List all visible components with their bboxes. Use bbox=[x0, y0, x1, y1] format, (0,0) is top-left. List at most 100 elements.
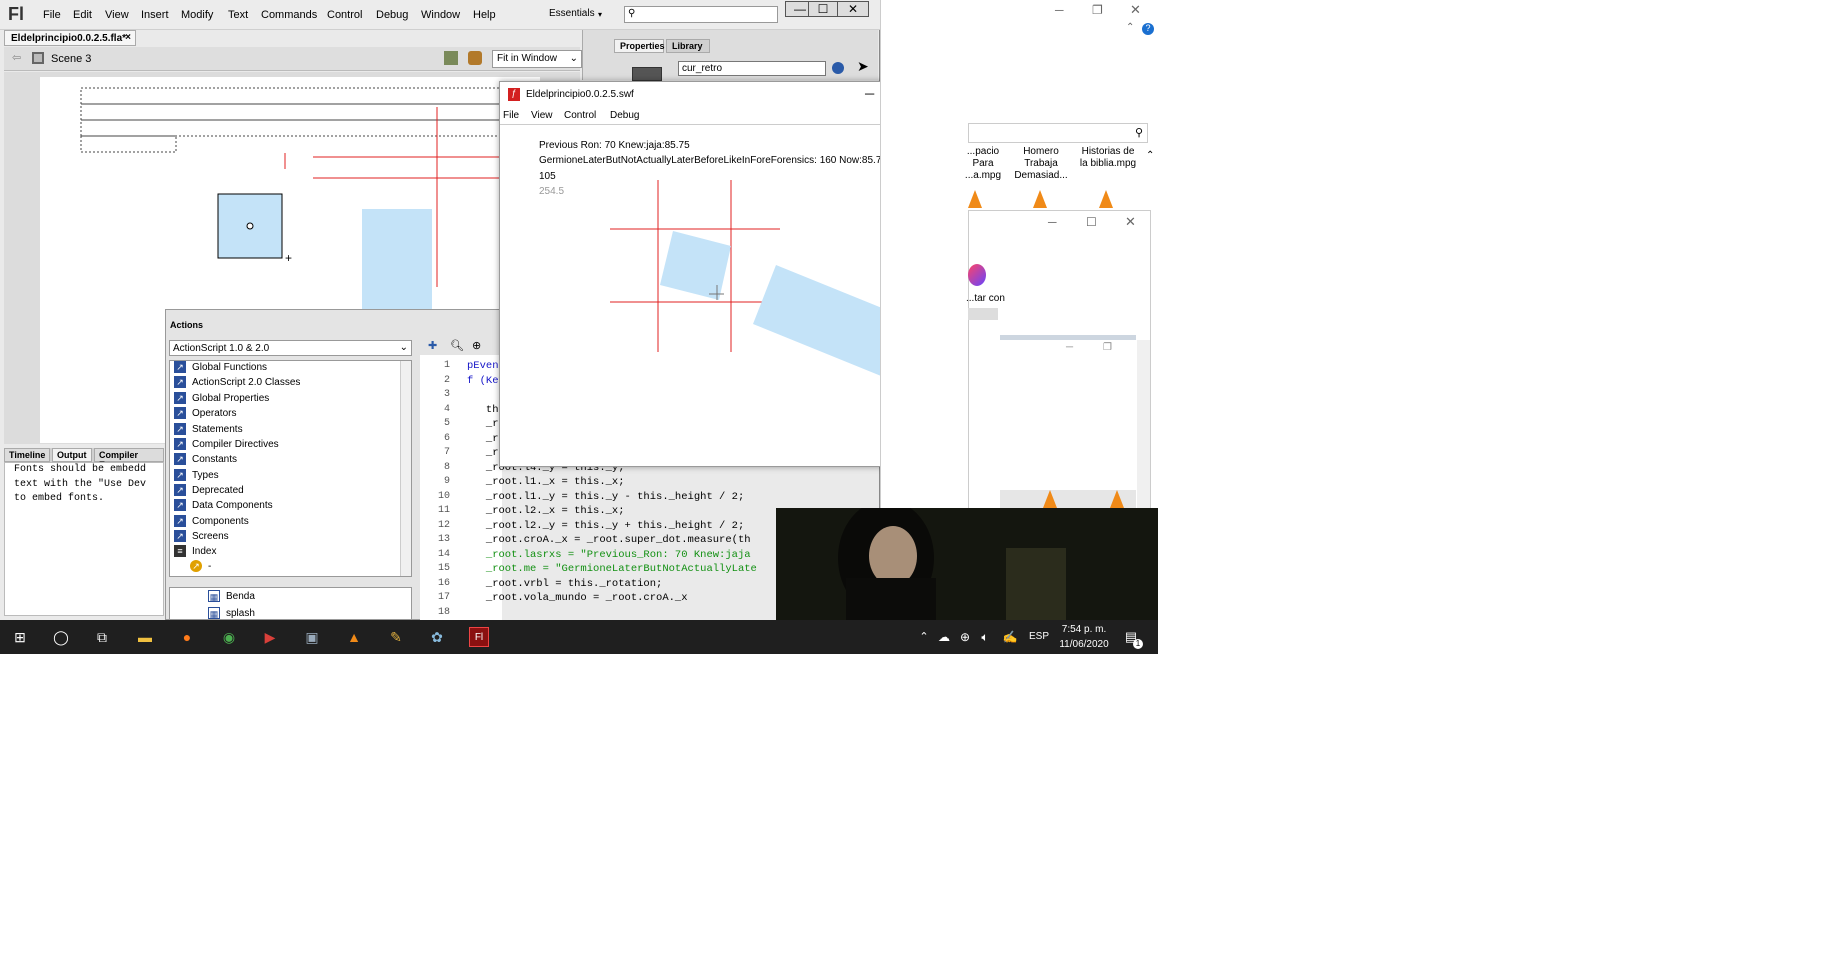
explorer-search-input[interactable]: ⚲ bbox=[968, 123, 1148, 143]
pencil-app-icon[interactable]: ✎ bbox=[386, 627, 406, 647]
find-icon[interactable]: 🔍︎ bbox=[450, 339, 464, 352]
menu-text[interactable]: Text bbox=[228, 9, 248, 21]
language-indicator[interactable]: ESP bbox=[1029, 631, 1049, 642]
menu-debug[interactable]: Debug bbox=[376, 9, 408, 21]
help-icon[interactable]: ? bbox=[1142, 23, 1154, 35]
video-player[interactable] bbox=[776, 500, 1158, 620]
windows-start-icon[interactable]: ⊞ bbox=[10, 627, 30, 647]
chevron-up-icon[interactable]: ⌃ bbox=[1126, 22, 1134, 33]
menu-modify[interactable]: Modify bbox=[181, 9, 213, 21]
photos-icon[interactable]: ▣ bbox=[302, 627, 322, 647]
restore-icon[interactable]: ❐ bbox=[1092, 3, 1103, 17]
globe-icon[interactable]: ⊕ bbox=[955, 627, 975, 647]
maximize-icon[interactable]: ☐ bbox=[1086, 215, 1097, 229]
close-icon[interactable]: ✕ bbox=[1130, 2, 1141, 18]
swf-menu-debug[interactable]: Debug bbox=[610, 110, 639, 121]
code-line[interactable]: _root.vola_mundo = _root.croA._x bbox=[467, 592, 688, 604]
chrome-icon[interactable]: ◉ bbox=[219, 627, 239, 647]
code-line[interactable]: _root.l1._y = this._y - this._height / 2… bbox=[467, 491, 744, 503]
menu-window[interactable]: Window bbox=[421, 9, 460, 21]
toolbox-item[interactable]: ↗ Operators bbox=[174, 406, 236, 421]
back-arrow-icon[interactable]: ⇦ bbox=[12, 51, 21, 64]
firefox-icon[interactable]: ● bbox=[177, 627, 197, 647]
edit-symbols-icon[interactable] bbox=[468, 51, 482, 65]
zoom-select[interactable]: Fit in Window ⌄ bbox=[492, 50, 582, 68]
code-line[interactable]: _root.l1._x = this._x; bbox=[467, 476, 625, 488]
code-line[interactable]: _r bbox=[467, 433, 499, 445]
clock-date[interactable]: 11/06/2020 bbox=[1057, 639, 1111, 650]
task-view-icon[interactable]: ⧉ bbox=[92, 627, 112, 647]
navigator-item[interactable]: ▦ splash bbox=[208, 606, 255, 621]
selection-tool-icon[interactable]: ➤ bbox=[857, 58, 869, 75]
chevron-up-icon[interactable]: ⌃ bbox=[914, 627, 934, 647]
tab-properties[interactable]: Properties bbox=[614, 39, 665, 53]
toolbox-item[interactable]: ↗ Screens bbox=[174, 529, 229, 544]
code-line[interactable]: _root.l2._x = this._x; bbox=[467, 505, 625, 517]
code-line[interactable]: _r bbox=[467, 447, 499, 459]
menu-view[interactable]: View bbox=[105, 9, 129, 21]
network-error-icon[interactable]: ☁ bbox=[934, 627, 954, 647]
menu-commands[interactable]: Commands bbox=[261, 9, 317, 21]
minimize-icon[interactable]: ─ bbox=[1048, 215, 1057, 229]
toolbox-item[interactable]: ≡ Index bbox=[174, 544, 216, 559]
toolbox-item[interactable]: ↗ - bbox=[190, 559, 211, 574]
clock-time[interactable]: 7:54 p. m. bbox=[1060, 624, 1108, 635]
navigator-item[interactable]: ▦ Benda bbox=[208, 589, 255, 604]
cortana-search-icon[interactable]: ◯ bbox=[51, 627, 71, 647]
tab-timeline[interactable]: Timeline bbox=[4, 448, 51, 462]
close-button[interactable]: ✕ bbox=[837, 1, 869, 17]
swf-menu-control[interactable]: Control bbox=[564, 110, 596, 121]
toolbox-item[interactable]: ↗ Global Functions bbox=[174, 360, 267, 375]
toolbox-item[interactable]: ↗ ActionScript 2.0 Classes bbox=[174, 375, 300, 390]
actionscript-version-select[interactable]: ActionScript 1.0 & 2.0 ⌄ bbox=[169, 340, 412, 356]
file-item-label[interactable]: Homero Trabaja Demasiad... bbox=[1010, 146, 1072, 182]
scrollbar[interactable] bbox=[1137, 340, 1150, 510]
flash-taskbar-icon[interactable]: Fl bbox=[469, 627, 489, 647]
code-line[interactable]: _root.vrbl = this._rotation; bbox=[467, 578, 662, 590]
paint-icon[interactable]: ✿ bbox=[427, 627, 447, 647]
tab-compiler-errors[interactable]: Compiler Errors bbox=[94, 448, 164, 470]
toolbox-item[interactable]: ↗ Constants bbox=[174, 452, 237, 467]
minimize-icon[interactable]: ─ bbox=[865, 86, 874, 101]
menu-control[interactable]: Control bbox=[327, 9, 362, 21]
media-player-icon[interactable]: ▶ bbox=[260, 627, 280, 647]
toolbox-item[interactable]: ↗ Compiler Directives bbox=[174, 437, 279, 452]
workspace-switcher[interactable]: Essentials bbox=[549, 8, 595, 19]
toolbox-item[interactable]: ↗ Types bbox=[174, 468, 219, 483]
toolbox-scrollbar[interactable] bbox=[400, 361, 411, 576]
vlc-icon[interactable]: ▲ bbox=[344, 627, 364, 647]
swf-menu-view[interactable]: View bbox=[531, 110, 553, 121]
tab-output[interactable]: Output bbox=[52, 448, 92, 462]
help-search-input[interactable]: ⚲ bbox=[624, 6, 778, 23]
file-item-label[interactable]: ...pacio Para ...a.mpg bbox=[962, 146, 1004, 182]
toolbox-item[interactable]: ↗ Statements bbox=[174, 422, 243, 437]
minimize-icon[interactable]: ─ bbox=[1055, 3, 1064, 17]
file-item-label[interactable]: Historias de la biblia.mpg bbox=[1078, 146, 1138, 170]
scroll-up-icon[interactable]: ⌃ bbox=[1146, 150, 1154, 161]
toolbox-item[interactable]: ↗ Global Properties bbox=[174, 391, 269, 406]
close-icon[interactable]: ✕ bbox=[1125, 214, 1136, 230]
edit-scene-icon[interactable] bbox=[444, 51, 458, 65]
help-icon[interactable] bbox=[832, 62, 844, 74]
toolbox-item[interactable]: ↗ Data Components bbox=[174, 498, 273, 513]
toolbox-item[interactable]: ↗ Deprecated bbox=[174, 483, 244, 498]
app-icon[interactable] bbox=[968, 264, 986, 286]
menu-edit[interactable]: Edit bbox=[73, 9, 92, 21]
minimize-icon[interactable]: ─ bbox=[1066, 342, 1073, 353]
restore-icon[interactable]: ❐ bbox=[1103, 342, 1112, 353]
code-line[interactable]: _root.l2._y = this._y + this._height / 2… bbox=[467, 520, 744, 532]
add-statement-icon[interactable]: ✚ bbox=[428, 339, 437, 352]
toolbox-item[interactable]: ↗ Components bbox=[174, 514, 249, 529]
menu-file[interactable]: File bbox=[43, 9, 61, 21]
volume-icon[interactable]: 🔈︎ bbox=[975, 627, 995, 647]
swf-menu-file[interactable]: File bbox=[503, 110, 519, 121]
code-line[interactable]: _root.me = "GermioneLaterButNotActuallyL… bbox=[467, 563, 757, 575]
menu-help[interactable]: Help bbox=[473, 9, 496, 21]
menu-insert[interactable]: Insert bbox=[141, 9, 169, 21]
close-icon[interactable]: × bbox=[125, 32, 131, 43]
code-line[interactable]: _r bbox=[467, 418, 499, 430]
target-icon[interactable]: ⊕ bbox=[472, 339, 481, 352]
document-tab[interactable]: Eldelprincipio0.0.2.5.fla* × bbox=[4, 30, 136, 46]
instance-name-input[interactable]: cur_retro bbox=[678, 61, 826, 76]
code-line[interactable]: _root.croA._x = _root.super_dot.measure(… bbox=[467, 534, 751, 546]
